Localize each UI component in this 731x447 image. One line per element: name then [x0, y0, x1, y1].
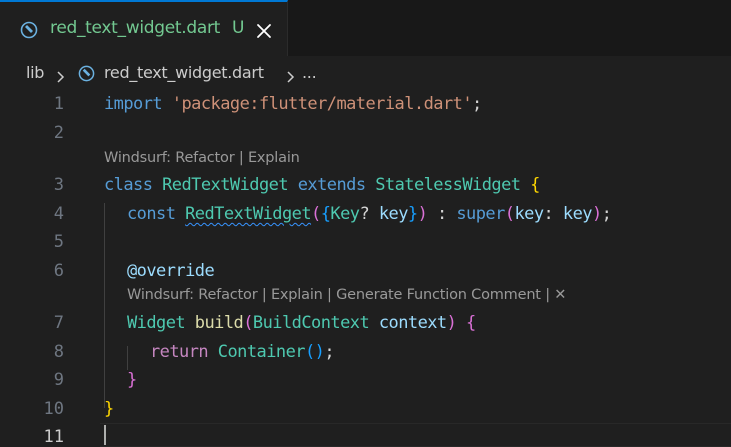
chevron-right-icon: [285, 68, 295, 83]
bracket: {: [530, 175, 540, 195]
line-number: 6: [53, 261, 64, 281]
code-line[interactable]: import 'package:flutter/material.dart';: [104, 94, 482, 114]
bracket: (: [311, 204, 321, 224]
code-line[interactable]: Widget build(BuildContext context) {: [127, 313, 476, 333]
close-icon[interactable]: [256, 23, 272, 39]
bracket: ): [591, 204, 602, 224]
type-name: Key: [330, 204, 360, 224]
punctuation: :: [427, 204, 457, 224]
function-name: build: [194, 313, 244, 333]
tab-bar: red_text_widget.dart U: [0, 0, 731, 56]
keyword: import: [104, 94, 163, 114]
parameter: key: [378, 204, 409, 224]
bracket: {: [320, 204, 331, 224]
named-argument: key: [514, 204, 544, 224]
class-name: Container: [217, 342, 306, 362]
dart-file-icon: [78, 65, 95, 82]
type-name: Widget: [127, 313, 186, 333]
code-line[interactable]: class RedTextWidget extends StatelessWid…: [104, 175, 540, 195]
line-number: 3: [53, 175, 64, 195]
string-literal: 'package:flutter/material.dart': [171, 94, 473, 114]
current-line-highlight: [100, 423, 731, 447]
bracket: (): [304, 342, 325, 362]
variable: key: [562, 204, 593, 224]
code-line[interactable]: }: [104, 399, 114, 419]
chevron-right-icon: [55, 68, 65, 83]
keyword: super: [456, 204, 505, 224]
annotation: @override: [127, 261, 215, 281]
breadcrumb-folder[interactable]: lib: [26, 63, 44, 82]
line-number: 1: [53, 94, 64, 114]
code-editor: red_text_widget.dart U lib red_text_widg…: [0, 0, 731, 447]
line-number: 5: [53, 232, 64, 252]
constructor-name: RedTextWidget: [185, 204, 312, 224]
punctuation: :: [543, 204, 563, 224]
dart-file-icon: [20, 21, 38, 39]
bracket: }: [127, 370, 137, 390]
breadcrumb-more[interactable]: ...: [302, 63, 317, 82]
breadcrumb-file[interactable]: red_text_widget.dart: [104, 63, 264, 82]
line-number: 9: [53, 370, 64, 390]
bracket: }: [104, 399, 114, 419]
code-line[interactable]: const RedTextWidget({Key? key}) : super(…: [127, 204, 612, 224]
line-number: 8: [53, 342, 64, 362]
punctuation: ;: [472, 94, 482, 114]
type-name: BuildContext: [252, 313, 370, 333]
line-number: 10: [43, 399, 64, 419]
code-line[interactable]: return Container();: [150, 342, 335, 362]
bracket: {: [466, 313, 476, 333]
class-name: StatelessWidget: [375, 175, 521, 195]
text-cursor: [104, 425, 106, 445]
keyword: const: [127, 204, 176, 224]
bracket: ): [446, 313, 457, 333]
punctuation: ?: [359, 204, 370, 224]
indent-guide: [127, 346, 128, 370]
bracket: }: [407, 204, 418, 224]
keyword: return: [150, 342, 209, 362]
keyword: extends: [297, 175, 366, 195]
parameter: context: [378, 313, 447, 333]
breadcrumb: lib red_text_widget.dart ...: [0, 56, 731, 90]
class-name: RedTextWidget: [162, 175, 289, 195]
git-status-badge: U: [232, 18, 245, 38]
bracket: (: [243, 313, 253, 333]
line-number-active: 11: [43, 427, 64, 447]
editor-tab[interactable]: red_text_widget.dart U: [0, 0, 288, 56]
line-number: 7: [53, 313, 64, 333]
windsurf-code-lens[interactable]: Windsurf: Refactor | Explain: [104, 150, 300, 166]
punctuation: ;: [324, 342, 335, 362]
code-area[interactable]: 1 2 3 4 5 6 7 8 9 10 11 import 'package:…: [0, 90, 731, 447]
bracket: ): [417, 204, 428, 224]
windsurf-code-lens[interactable]: Windsurf: Refactor | Explain | Generate …: [127, 287, 566, 303]
code-line[interactable]: @override: [127, 261, 215, 281]
keyword: class: [104, 175, 153, 195]
punctuation: ;: [601, 204, 612, 224]
tab-filename: red_text_widget.dart: [50, 18, 221, 38]
code-line[interactable]: }: [127, 370, 137, 390]
indent-guide: [104, 203, 105, 408]
line-number: 2: [53, 123, 64, 143]
line-number: 4: [53, 204, 64, 224]
